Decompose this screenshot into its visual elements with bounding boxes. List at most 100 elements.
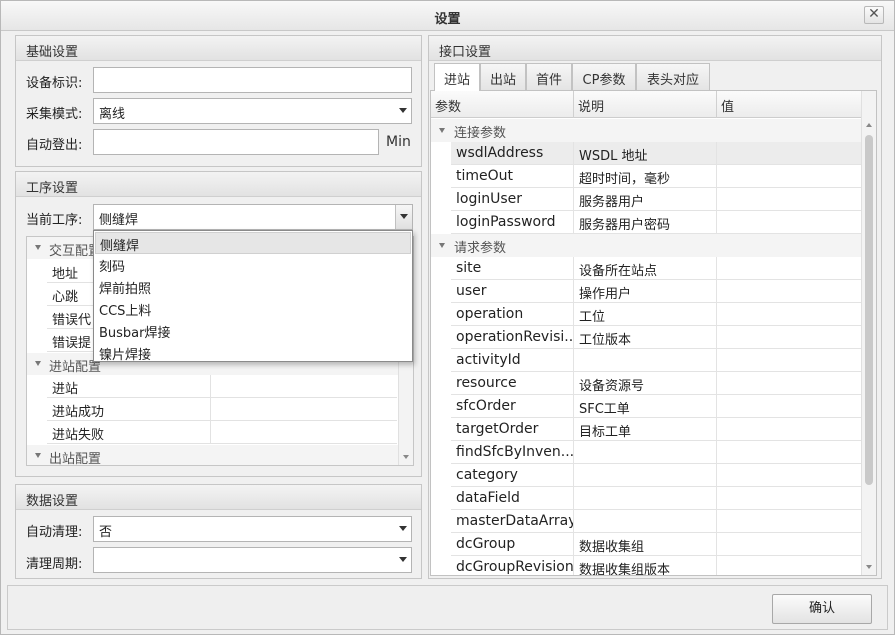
dropdown-button[interactable] <box>395 205 412 229</box>
table-row[interactable]: targetOrder 目标工单 <box>451 418 862 441</box>
param-cell: operationRevisi... <box>451 326 574 349</box>
value-cell[interactable] <box>717 510 862 533</box>
table-row[interactable]: operation 工位 <box>451 303 862 326</box>
table-row[interactable]: dcGroupRevision 数据收集组版本 <box>451 556 862 575</box>
value-cell[interactable] <box>717 326 862 349</box>
table-row[interactable]: user 操作用户 <box>451 280 862 303</box>
param-cell: findSfcByInven... <box>451 441 574 464</box>
value-cell[interactable] <box>717 188 862 211</box>
column-header-value[interactable]: 值 <box>717 91 863 118</box>
desc-cell: 目标工单 <box>574 418 717 441</box>
dropdown-option[interactable]: 刻码 <box>95 254 411 276</box>
table-row[interactable]: 进站 <box>47 375 397 398</box>
value-cell[interactable] <box>717 257 862 280</box>
value-cell[interactable] <box>717 372 862 395</box>
value-cell[interactable] <box>717 280 862 303</box>
param-cell: activityId <box>451 349 574 372</box>
value-cell[interactable] <box>717 211 862 234</box>
auto-clean-select[interactable]: 否 <box>93 516 412 542</box>
scroll-down-icon[interactable] <box>866 565 872 569</box>
table-row[interactable]: operationRevisi... 工位版本 <box>451 326 862 349</box>
table-row[interactable]: sfcOrder SFC工单 <box>451 395 862 418</box>
value-cell[interactable] <box>717 487 862 510</box>
table-row[interactable]: timeOut 超时时间，毫秒 <box>451 165 862 188</box>
table-row[interactable]: findSfcByInven... <box>451 441 862 464</box>
current-process-select[interactable]: 侧缝焊 <box>93 204 413 230</box>
table-row[interactable]: loginUser 服务器用户 <box>451 188 862 211</box>
param-cell: loginPassword <box>451 211 574 234</box>
column-header-param[interactable]: 参数 <box>431 91 574 118</box>
value-cell[interactable] <box>717 349 862 372</box>
value-cell[interactable] <box>717 464 862 487</box>
process-dropdown-list: 侧缝焊 刻码 焊前拍照 CCS上料 Busbar焊接 镍片焊接 <box>93 230 413 364</box>
clean-cycle-select[interactable] <box>93 547 412 573</box>
device-id-label: 设备标识: <box>26 76 83 91</box>
close-icon[interactable]: ✕ <box>864 6 884 24</box>
desc-cell: SFC工单 <box>574 395 717 418</box>
table-row[interactable]: 进站失败 <box>47 421 397 444</box>
interface-grid-scrollbar[interactable] <box>861 91 876 575</box>
desc-cell: 服务器用户 <box>574 188 717 211</box>
confirm-button[interactable]: 确认 <box>772 594 872 624</box>
chevron-down-icon <box>399 557 407 562</box>
scroll-thumb[interactable] <box>865 135 873 485</box>
title-bar: 设置 ✕ <box>1 1 894 31</box>
value-cell[interactable] <box>717 142 862 165</box>
column-header-desc[interactable]: 说明 <box>574 91 717 118</box>
tab-first-article[interactable]: 首件 <box>526 63 572 90</box>
dropdown-option[interactable]: 镍片焊接 <box>95 342 411 364</box>
table-row[interactable]: resource 设备资源号 <box>451 372 862 395</box>
param-cell: sfcOrder <box>451 395 574 418</box>
table-row[interactable]: dataField <box>451 487 862 510</box>
table-row[interactable]: site 设备所在站点 <box>451 257 862 280</box>
param-cell: dcGroup <box>451 533 574 556</box>
desc-cell <box>574 487 717 510</box>
collapse-icon <box>439 128 445 133</box>
table-row[interactable]: activityId <box>451 349 862 372</box>
device-id-input[interactable] <box>93 67 412 93</box>
collect-mode-select[interactable]: 离线 <box>93 98 412 124</box>
value-cell[interactable] <box>717 303 862 326</box>
tab-exit[interactable]: 出站 <box>480 63 526 90</box>
value-cell[interactable] <box>717 418 862 441</box>
category-label: 进站配置 <box>49 360 102 375</box>
table-row[interactable]: dcGroup 数据收集组 <box>451 533 862 556</box>
value-cell[interactable] <box>717 556 862 575</box>
clean-cycle-label: 清理周期: <box>26 557 83 572</box>
scroll-up-icon[interactable] <box>866 123 872 127</box>
auto-logout-input[interactable] <box>93 129 379 155</box>
param-cell: operation <box>451 303 574 326</box>
table-row[interactable]: wsdlAddress WSDL 地址 <box>451 142 862 165</box>
desc-cell: 数据收集组 <box>574 533 717 556</box>
tab-header-mapping[interactable]: 表头对应 <box>636 63 710 90</box>
dropdown-option[interactable]: 侧缝焊 <box>95 232 411 254</box>
value-cell[interactable] <box>717 395 862 418</box>
dropdown-option[interactable]: 焊前拍照 <box>95 276 411 298</box>
table-row[interactable]: loginPassword 服务器用户密码 <box>451 211 862 234</box>
desc-cell: 工位 <box>574 303 717 326</box>
desc-cell: 操作用户 <box>574 280 717 303</box>
auto-clean-label: 自动清理: <box>26 525 83 540</box>
scroll-down-icon[interactable] <box>403 455 409 459</box>
table-row[interactable]: masterDataArray <box>451 510 862 533</box>
interface-category-request[interactable]: 请求参数 <box>431 234 863 257</box>
desc-cell: 工位版本 <box>574 326 717 349</box>
desc-cell <box>574 349 717 372</box>
value-cell[interactable] <box>717 441 862 464</box>
category-label: 请求参数 <box>454 241 507 256</box>
param-cell: site <box>451 257 574 280</box>
interface-category-connection[interactable]: 连接参数 <box>431 119 863 142</box>
tab-cp-params[interactable]: CP参数 <box>572 63 636 90</box>
value-cell[interactable] <box>717 165 862 188</box>
window-title: 设置 <box>434 12 461 27</box>
value-cell[interactable] <box>717 533 862 556</box>
table-row[interactable]: 进站成功 <box>47 398 397 421</box>
dropdown-option[interactable]: Busbar焊接 <box>95 320 411 342</box>
table-row[interactable]: category <box>451 464 862 487</box>
param-cell: timeOut <box>451 165 574 188</box>
tab-enter[interactable]: 进站 <box>434 63 480 91</box>
process-category-exit[interactable]: 出站配置 <box>27 445 399 465</box>
process-settings-heading: 工序设置 <box>16 172 421 197</box>
desc-cell: 服务器用户密码 <box>574 211 717 234</box>
dropdown-option[interactable]: CCS上料 <box>95 298 411 320</box>
